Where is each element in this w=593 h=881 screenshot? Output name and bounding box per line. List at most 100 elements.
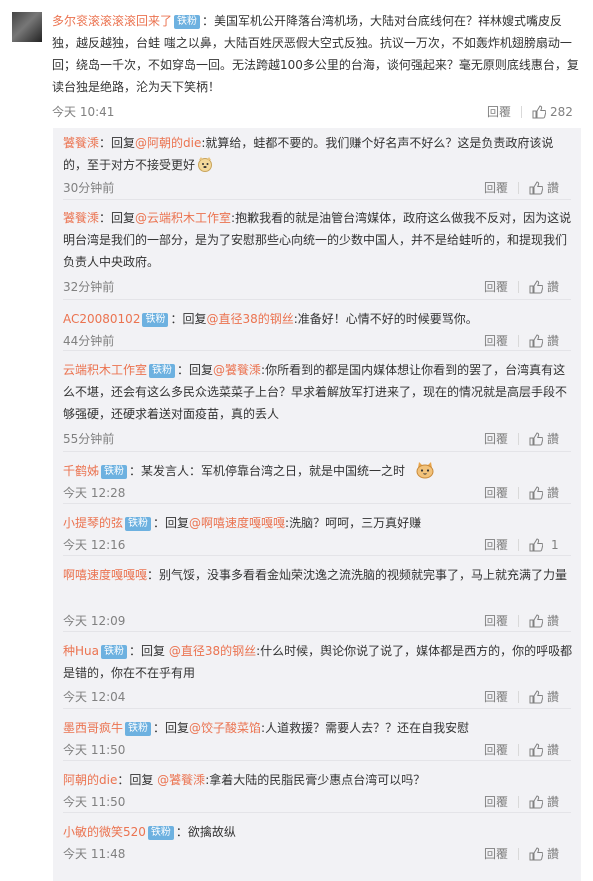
reply-button[interactable]: 回覆 [484,611,508,631]
reply-time: 55分钟前 [63,432,115,446]
reply-item: 啊嘻速度嘎嘎嘎：别气馁，没事多看看金灿荣沈逸之流洗脑的视频就完事了，马上就充满了… [53,560,581,634]
reply-author[interactable]: 饕餮溗 [63,211,99,225]
cat-emoji-icon [416,462,434,479]
reply-button[interactable]: 回覆 [484,429,508,449]
reply-author[interactable]: AC20080102 [63,312,140,326]
like-label[interactable]: 讚 [547,687,559,707]
reply-body: 饕餮溗：回复@云端积木工作室:抱歉我看的就是油管台湾媒体，政府这么做我不反对，因… [63,207,573,273]
divider [518,796,519,808]
mention-link[interactable]: @阿朝的die [135,136,201,150]
like-label[interactable]: 讚 [547,429,559,449]
fan-badge[interactable]: 铁粉 [125,722,152,736]
reply-author[interactable]: 阿朝的die [63,773,117,787]
thumbs-up-icon[interactable] [529,334,543,348]
reply-text: ：欲擒故纵 [175,825,236,839]
reply-author[interactable]: 墨西哥疯牛 [63,721,123,735]
reply-time: 今天 11:50 [63,743,126,757]
thumbs-up-icon[interactable] [529,432,543,446]
divider [518,539,519,551]
like-label[interactable]: 讚 [547,178,559,198]
main-comment-author[interactable]: 多尔衮滚滚滚滚回来了 [52,14,172,28]
like-label[interactable]: 讚 [547,277,559,297]
fan-badge[interactable]: 铁粉 [125,517,152,531]
reply-author[interactable]: 小提琴的弦 [63,516,123,530]
mention-link[interactable]: @饺子酸菜馅 [189,721,261,735]
fan-badge[interactable]: 铁粉 [142,313,169,327]
thumbs-up-icon[interactable] [529,743,543,757]
mention-link[interactable]: @直径38的钢丝 [206,312,293,326]
fan-badge[interactable]: 铁粉 [100,645,127,659]
reply-body: 千鹤姊 铁粉 ：某发言人：军机停靠台湾之日，就是中国统一之时 [63,460,573,482]
mention-link[interactable]: @直径38的钢丝 [169,644,256,658]
thumbs-up-icon[interactable] [529,486,543,500]
thumbs-up-icon[interactable] [529,690,543,704]
reply-text: :洗脑？呵呵，三万真好赚 [285,516,422,530]
reply-author[interactable]: 云端积木工作室 [63,363,147,377]
main-comment-body: 多尔衮滚滚滚滚回来了 铁粉 ：美国军机公开降落台湾机场，大陆对台底线何在？祥林嫂式嘴… [52,10,582,98]
reply-button[interactable]: 回覆 [484,844,508,864]
divider [518,487,519,499]
avatar[interactable] [12,12,42,42]
reply-button[interactable]: 回覆 [484,740,508,760]
reply-button[interactable]: 回覆 [484,483,508,503]
like-label[interactable]: 讚 [547,740,559,760]
fan-badge[interactable]: 铁粉 [174,15,201,29]
doge-emoji-icon [198,157,213,172]
reply-prefix: ：回复 [170,312,207,326]
reply-prefix: ：回复 [99,211,136,225]
mention-link[interactable]: @啊嘻速度嘎嘎嘎 [189,516,285,530]
reply-item: 小提琴的弦 铁粉 ：回复@啊嘻速度嘎嘎嘎:洗脑？呵呵，三万真好赚 今天 12:16 … [53,508,581,556]
fan-badge[interactable]: 铁粉 [149,364,176,378]
reply-button[interactable]: 回覆 [484,277,508,297]
divider [63,812,571,813]
reply-body: 饕餮溗：回复@阿朝的die:就算给，蛙都不要的。我们赚个好名声不好么？这是负责政… [63,132,573,176]
reply-time: 今天 12:04 [63,690,126,704]
main-comment: 多尔衮滚滚滚滚回来了 铁粉 ：美国军机公开降落台湾机场，大陆对台底线何在？祥林嫂式嘴… [0,0,593,128]
thumbs-up-icon[interactable] [529,538,543,552]
reply-author[interactable]: 啊嘻速度嘎嘎嘎 [63,568,147,582]
reply-author[interactable]: 千鹤姊 [63,464,99,478]
like-count: 282 [550,105,573,119]
reply-button[interactable]: 回覆 [484,535,508,555]
reply-text: 军机停靠台湾之日，就是中国统一之时 [201,464,406,478]
mention-link[interactable]: @饕餮溗 [157,773,205,787]
reply-prefix: ：回复 [128,644,169,658]
divider [63,503,571,504]
reply-button[interactable]: 回覆 [484,792,508,812]
like-label[interactable]: 讚 [547,792,559,812]
reply-time: 44分钟前 [63,334,115,348]
reply-prefix: ：回复 [99,136,136,150]
thumbs-up-icon[interactable] [529,181,543,195]
reply-item: 阿朝的die：回复 @饕餮溗:拿着大陆的民脂民膏少惠点台湾可以吗？ 今天 11:… [53,765,581,813]
reply-item: AC20080102 铁粉 ：回复@直径38的钢丝:准备好！心情不好的时候要骂你。 … [53,304,581,352]
thumbs-up-icon[interactable] [529,280,543,294]
divider [518,691,519,703]
like-label[interactable]: 讚 [547,483,559,503]
mention-link[interactable]: @云端积木工作室 [135,211,231,225]
reply-button[interactable]: 回覆 [487,102,511,122]
reply-body: 云端积木工作室 铁粉 ：回复@饕餮溗:你所看到的都是国内媒体想让你看到的罢了，台湾真… [63,359,573,425]
like-label[interactable]: 讚 [547,331,559,351]
thumbs-up-icon[interactable] [529,847,543,861]
reply-text: :人道救援？需要人去？？还在自我安慰 [261,721,470,735]
like-count: 1 [551,538,559,552]
thumbs-up-icon[interactable] [529,614,543,628]
reply-button[interactable]: 回覆 [484,178,508,198]
thumbs-up-icon[interactable] [532,105,546,119]
reply-text: :准备好！心情不好的时候要骂你。 [293,312,478,326]
fan-badge[interactable]: 铁粉 [101,465,128,479]
like-label[interactable]: 讚 [547,611,559,631]
divider [518,744,519,756]
mention-link[interactable]: @饕餮溗 [213,363,261,377]
reply-author[interactable]: 小敏的微笑520 [63,825,146,839]
reply-button[interactable]: 回覆 [484,331,508,351]
fan-badge[interactable]: 铁粉 [147,826,174,840]
reply-button[interactable]: 回覆 [484,687,508,707]
reply-author[interactable]: 种Hua [63,644,99,658]
thumbs-up-icon[interactable] [529,795,543,809]
reply-text: :拿着大陆的民脂民膏少惠点台湾可以吗？ [205,773,426,787]
like-label[interactable]: 讚 [547,844,559,864]
reply-time: 今天 11:48 [63,847,126,861]
reply-author[interactable]: 饕餮溗 [63,136,99,150]
reply-body: 阿朝的die：回复 @饕餮溗:拿着大陆的民脂民膏少惠点台湾可以吗？ [63,769,573,791]
